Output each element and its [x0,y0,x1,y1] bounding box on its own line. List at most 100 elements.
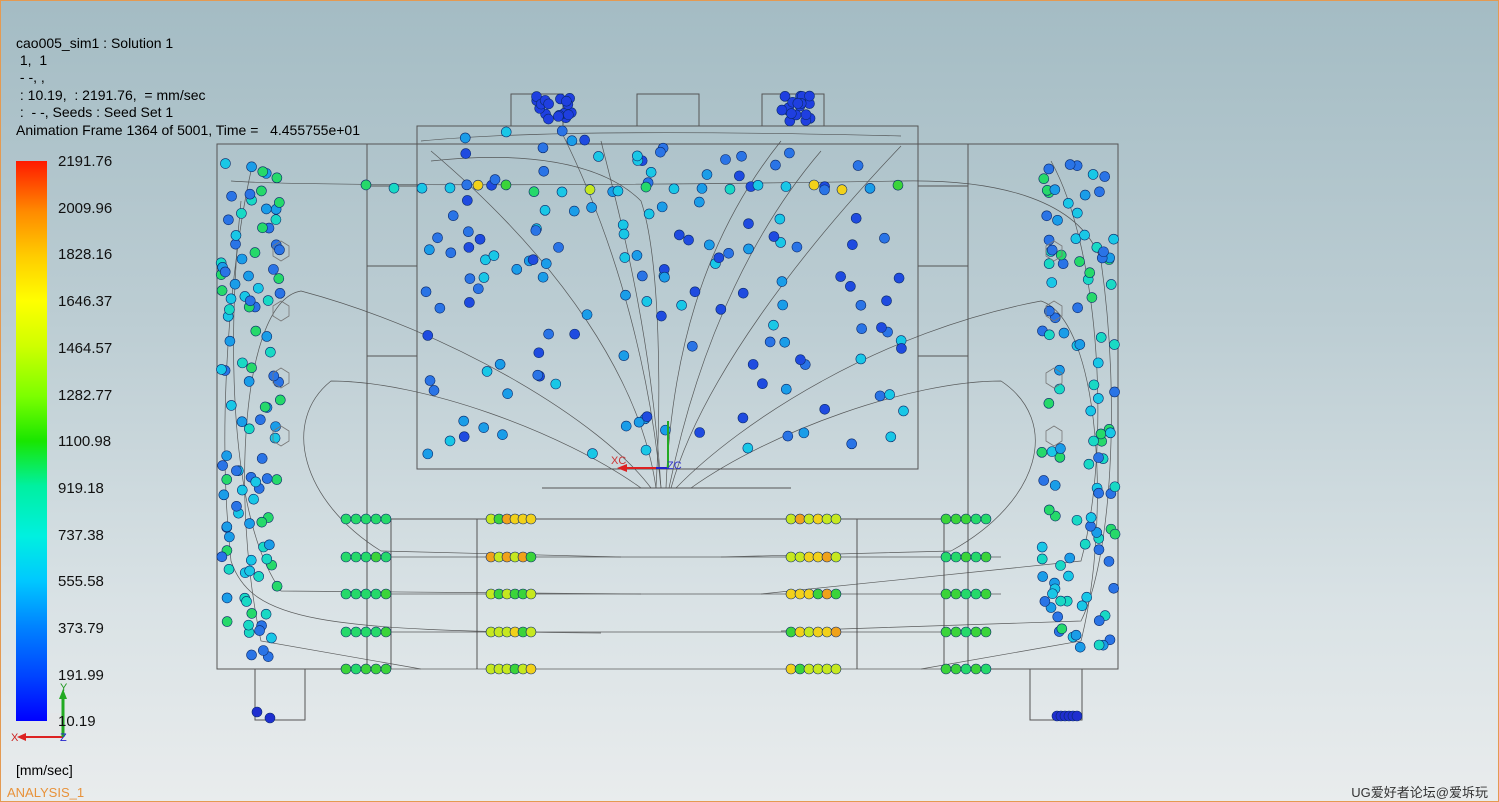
particle-dot [785,551,797,563]
particle-dot [950,513,962,525]
particle-dot [736,150,747,162]
particle-dot [950,551,962,563]
particle-dot [243,619,254,631]
particle-dot [543,328,554,340]
particle-dot [617,219,629,231]
particle-dot [734,170,745,182]
particle-dot [541,258,552,269]
particle-dot [525,626,537,638]
particle-dot [1071,710,1083,722]
particle-dot [360,551,372,563]
particle-dot [249,247,261,258]
particle-dot [581,309,593,320]
particle-dot [970,663,982,675]
particle-dot [256,516,268,528]
particle-dot [892,179,904,191]
particle-dot [274,197,285,208]
particle-dot [1036,447,1048,458]
particle-dot [1043,163,1055,175]
particle-dot [459,132,471,144]
particle-dot [444,182,456,194]
particle-dot [488,250,500,261]
particle-dot [380,588,392,600]
particle-dot [1072,207,1083,219]
triad-y-label: Y [60,682,68,694]
particle-dot [1049,184,1061,195]
particle-dot [270,214,282,225]
particle-dot [380,551,392,563]
particle-dot [785,626,797,638]
particle-dot [960,663,972,675]
particle-dot [1084,267,1096,278]
particle-dot [360,626,372,638]
particle-dot [231,465,242,477]
particle-dot [563,109,574,121]
particle-dot [244,565,255,577]
particle-dot [445,247,457,259]
particle-dot [803,551,815,563]
particle-dot [250,325,262,337]
particle-dot [632,150,643,162]
particle-dot [940,551,952,563]
particle-dot [821,513,833,525]
particle-dot [268,264,279,275]
particle-dot [1046,277,1058,288]
particle-dot [1109,386,1120,398]
particle-dot [1054,383,1065,395]
particle-dot [525,663,537,675]
particle-dot [737,287,749,299]
particle-dot [774,213,786,225]
particle-dot [447,210,459,222]
particle-dot [1064,552,1076,564]
particle-dot [656,201,668,213]
particle-dot [500,126,512,138]
particle-dot [216,364,227,375]
particle-dot [1083,458,1095,470]
particle-dot [1093,393,1104,404]
watermark-text: UG爱好者论坛@爱坼玩 [1351,785,1488,800]
graphics-viewport[interactable]: XC ZC X Y Z cao005_sim1 : Solution 1 1, [0,0,1499,802]
legend-tick-label: 737.38 [58,526,104,544]
particle-dot [217,460,228,471]
particle-dot [528,186,540,197]
particle-dot [1109,481,1121,493]
particle-dot [1093,615,1105,627]
particle-dot [221,474,233,485]
particle-dot [360,179,372,191]
particle-dot [1064,159,1076,170]
particle-dot [416,182,428,194]
particle-dot [724,183,736,195]
particle-dot [561,95,572,107]
particle-dot [619,252,631,263]
particle-dot [618,350,630,362]
seed-set-info: : - -, Seeds : Seed Set 1 [16,104,174,120]
particle-dot [261,331,273,342]
triad-x-label: X [11,732,19,744]
particle-dot [757,378,768,390]
particle-dot [779,336,791,348]
particle-dot [432,232,443,244]
particle-dot [980,513,992,525]
particle-dot [370,626,382,638]
particle-dot [1055,560,1066,571]
particle-dot [950,663,962,675]
particle-dot [587,448,598,459]
particle-dot [659,271,670,283]
particle-dot [224,531,235,543]
particle-dot [720,154,731,165]
top-port-center [636,93,700,127]
particle-dot [566,135,578,147]
particle-dot [620,420,632,432]
particle-dot [593,151,604,162]
particle-dot [752,179,764,191]
particle-dot [226,190,237,202]
analysis-label: ANALYSIS_1 [7,785,85,800]
particle-dot [879,232,890,244]
particle-dot [256,453,268,464]
particle-dot [980,663,992,675]
particle-dot [960,551,972,563]
particle-dot [243,270,254,282]
particle-dot [370,663,382,675]
legend-tick-label: 191.99 [58,666,104,684]
particle-dot [640,444,652,456]
